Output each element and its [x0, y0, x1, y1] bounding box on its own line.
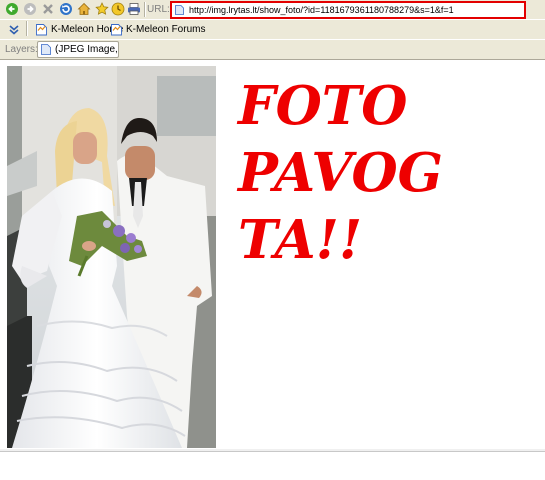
- back-icon[interactable]: [4, 1, 20, 17]
- bookmark-label: K-Meleon Forums: [126, 24, 206, 35]
- toolbar-separator: [144, 2, 146, 17]
- page-bottom-divider: [0, 451, 545, 452]
- history-icon[interactable]: [110, 1, 126, 17]
- bookmarks-menu-chevron-icon[interactable]: [6, 22, 22, 38]
- wedding-photo: [7, 66, 216, 448]
- headline-line-3: TA!!: [238, 209, 363, 271]
- stop-icon[interactable]: [40, 1, 56, 17]
- layers-label: Layers:: [5, 44, 38, 55]
- headline-line-1: FOTO: [238, 75, 408, 137]
- print-icon[interactable]: [126, 1, 142, 17]
- reload-icon[interactable]: [58, 1, 74, 17]
- bookmark-star-icon[interactable]: [94, 1, 110, 17]
- headline: FOTO PAVOG TA!!: [238, 73, 538, 274]
- home-icon[interactable]: [76, 1, 92, 17]
- bookmarks-toolbar: K-Meleon Home K-Meleon Forums: [0, 19, 545, 39]
- url-field[interactable]: http://img.lrytas.lt/show_foto/?id=11816…: [170, 1, 526, 19]
- browser-chrome: URL: http://img.lrytas.lt/show_foto/?id=…: [0, 0, 545, 60]
- layers-bar: Layers: (JPEG Image, ...: [0, 39, 545, 59]
- navigation-toolbar: URL: http://img.lrytas.lt/show_foto/?id=…: [0, 0, 545, 19]
- page-icon: [175, 5, 184, 15]
- page-content: FOTO PAVOG TA!!: [0, 60, 545, 480]
- url-label: URL:: [147, 4, 170, 15]
- url-text[interactable]: http://img.lrytas.lt/show_foto/?id=11816…: [189, 3, 521, 17]
- layer-tab-label: (JPEG Image, ...: [55, 44, 118, 55]
- bookmarks-separator: [26, 21, 28, 36]
- bookmark-page-icon: [36, 24, 47, 36]
- bookmark-page-icon: [111, 24, 122, 36]
- page-icon: [41, 44, 51, 55]
- bookmark-kmeleon-forums[interactable]: K-Meleon Forums: [110, 22, 205, 37]
- headline-line-2: PAVOG: [238, 142, 443, 204]
- forward-icon[interactable]: [22, 1, 38, 17]
- layer-tab-jpeg-image[interactable]: (JPEG Image, ...: [37, 41, 119, 58]
